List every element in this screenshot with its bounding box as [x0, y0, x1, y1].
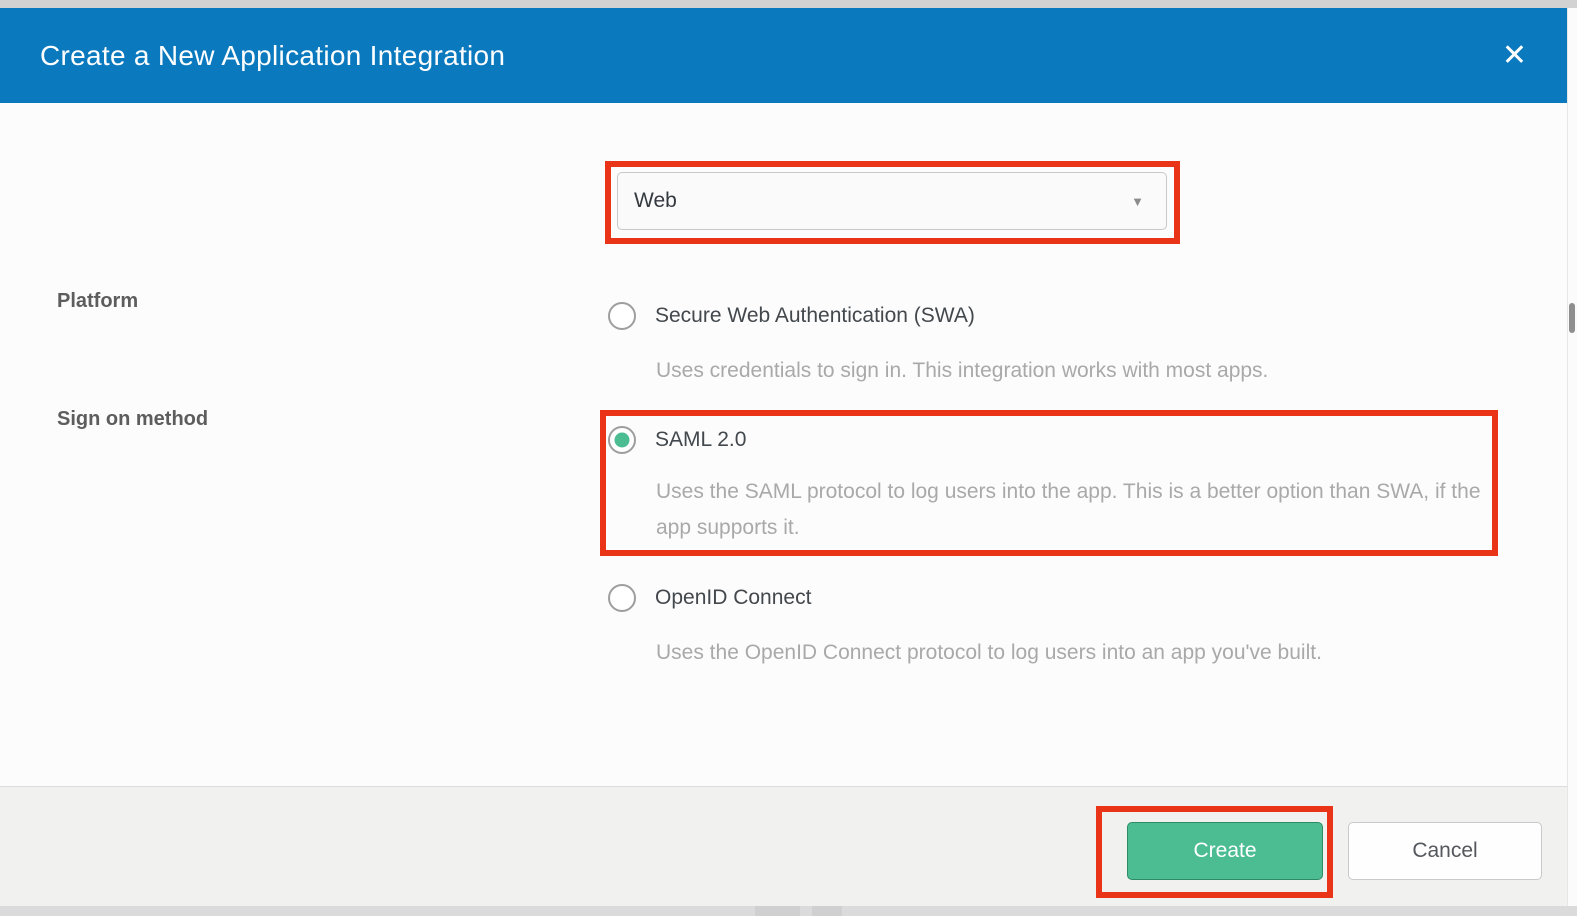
close-icon[interactable]: ✕: [1502, 41, 1527, 71]
radio-swa-description: Uses credentials to sign in. This integr…: [656, 353, 1268, 389]
platform-select[interactable]: Web ▼: [617, 172, 1167, 230]
radio-oidc-label: OpenID Connect: [655, 586, 811, 610]
dialog-body: Platform Web ▼ Sign on method Secure Web…: [0, 103, 1567, 786]
platform-label: Platform: [57, 290, 138, 313]
radio-option-saml[interactable]: SAML 2.0: [608, 426, 746, 454]
platform-select-value: Web: [634, 189, 677, 213]
page-edge-bottom-fragment: [755, 906, 800, 916]
chevron-down-icon: ▼: [1131, 194, 1144, 209]
dialog-title: Create a New Application Integration: [40, 40, 505, 72]
cancel-button[interactable]: Cancel: [1348, 822, 1542, 880]
radio-option-oidc[interactable]: OpenID Connect: [608, 584, 811, 612]
radio-swa-label: Secure Web Authentication (SWA): [655, 304, 975, 328]
dialog-footer: Create Cancel: [0, 786, 1567, 906]
create-app-integration-dialog: Create a New Application Integration ✕ P…: [0, 0, 1577, 916]
scrollbar-thumb[interactable]: [1569, 303, 1575, 333]
radio-saml[interactable]: [608, 426, 636, 454]
radio-saml-description: Uses the SAML protocol to log users into…: [656, 474, 1496, 546]
radio-swa[interactable]: [608, 302, 636, 330]
create-button[interactable]: Create: [1127, 822, 1323, 880]
page-edge-bottom-fragment: [812, 906, 842, 916]
radio-oidc[interactable]: [608, 584, 636, 612]
dialog-header: Create a New Application Integration ✕: [0, 8, 1567, 103]
sign-on-method-label: Sign on method: [57, 408, 208, 431]
radio-saml-label: SAML 2.0: [655, 428, 746, 452]
page-edge-right: [1567, 8, 1577, 906]
radio-option-swa[interactable]: Secure Web Authentication (SWA): [608, 302, 975, 330]
radio-oidc-description: Uses the OpenID Connect protocol to log …: [656, 635, 1322, 671]
page-edge-top: [0, 0, 1577, 8]
